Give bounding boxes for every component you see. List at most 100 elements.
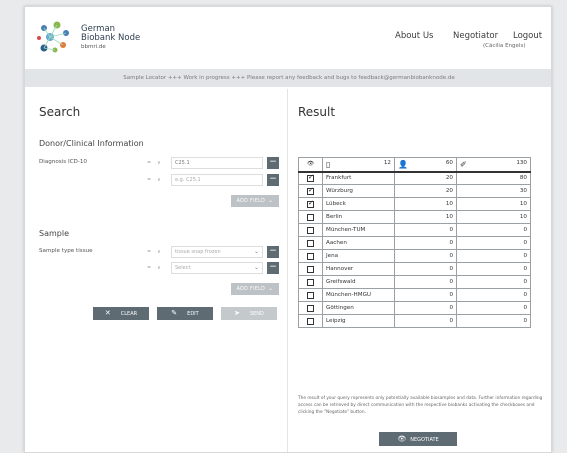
table-row: Würzburg2030 xyxy=(298,184,531,198)
remove-sample-button[interactable]: − xyxy=(267,246,279,258)
search-title: Search xyxy=(39,105,81,119)
sample-value: 0 xyxy=(456,288,531,302)
remove-diagnosis-button[interactable]: − xyxy=(267,157,279,169)
sample-value: 10 xyxy=(456,197,531,211)
row-checkbox[interactable] xyxy=(307,317,314,325)
chevron-down-icon: ∨ xyxy=(157,265,161,271)
edit-button[interactable]: ✎ EDIT xyxy=(157,307,213,320)
row-checkbox[interactable] xyxy=(307,199,314,208)
nav-about-us[interactable]: About Us xyxy=(395,31,433,41)
biobank-name: München-TUM xyxy=(322,223,395,237)
diagnosis-input-2[interactable]: e.g. C25.1 xyxy=(171,174,263,186)
person-icon: 👤 xyxy=(398,159,408,169)
remove-sample-button-2[interactable]: − xyxy=(267,262,279,274)
negotiate-button[interactable]: 👁 NEGOTIATE xyxy=(379,432,457,446)
sample-type-select-2[interactable]: Select ⌄ xyxy=(171,262,263,274)
diagnosis-operator-select[interactable]: = ∨ xyxy=(145,157,167,169)
chevron-down-icon: ∨ xyxy=(157,249,161,255)
row-checkbox[interactable] xyxy=(307,252,314,260)
sample-type-value: tissue snap frozen xyxy=(175,249,221,255)
row-checkbox[interactable] xyxy=(307,186,314,195)
sample-type-placeholder: Select xyxy=(175,265,191,271)
sample-value: 80 xyxy=(456,171,531,185)
donor-value: 0 xyxy=(394,249,457,263)
table-row: Berlin 10 10 xyxy=(298,210,531,224)
chevron-down-icon: ⌄ xyxy=(253,264,259,271)
edit-icon: ✎ xyxy=(171,309,178,317)
donor-value: 0 xyxy=(394,314,457,328)
row-checkbox[interactable] xyxy=(307,291,314,299)
sample-type-select[interactable]: tissue snap frozen ⌄ xyxy=(171,246,263,258)
biobank-name: Aachen xyxy=(322,236,395,250)
send-icon: ➤ xyxy=(234,309,240,317)
row-checkbox[interactable] xyxy=(307,239,314,247)
sample-value: 0 xyxy=(456,262,531,276)
send-label: SEND xyxy=(249,311,264,317)
table-row: Göttingen 0 0 xyxy=(298,301,531,315)
app-window: German Biobank Node bbmri.de About Us Ne… xyxy=(24,6,552,453)
add-field-button-donor[interactable]: ADD FIELD ⌄ xyxy=(231,195,279,207)
result-rows: Frankfurt2080 Würzburg2030 Lübeck1010 Be… xyxy=(298,171,531,328)
biobank-name: München-HMGU xyxy=(322,288,395,302)
eye-icon: 👁 xyxy=(397,435,407,443)
header-samples-cell: ✐ 130 xyxy=(456,157,531,173)
add-field-label: ADD FIELD xyxy=(236,199,266,204)
gbn-logo-icon xyxy=(37,21,69,53)
clear-button[interactable]: ✕ CLEAR xyxy=(93,307,149,320)
sample-operator-select-2[interactable]: = ∨ xyxy=(145,262,167,274)
biobank-name: Leipzig xyxy=(322,314,395,328)
biobank-icon: ▯ xyxy=(326,159,331,169)
table-row: Jena 0 0 xyxy=(298,249,531,263)
minus-icon: − xyxy=(269,174,277,184)
operator-value: = xyxy=(147,265,152,271)
sample-value: 30 xyxy=(456,184,531,198)
row-checkbox[interactable] xyxy=(307,278,314,286)
nav-logout[interactable]: Logout xyxy=(513,31,542,41)
pipette-icon: ✐ xyxy=(460,159,467,169)
row-checkbox[interactable] xyxy=(307,304,314,312)
nav-negotiator[interactable]: Negotiator xyxy=(453,31,498,41)
biobank-name: Göttingen xyxy=(322,301,395,315)
clear-label: CLEAR xyxy=(120,311,138,317)
header-donors-cell: 👤 60 xyxy=(394,157,457,173)
sample-operator-select[interactable]: = ∨ xyxy=(145,246,167,258)
table-row: Frankfurt2080 xyxy=(298,171,531,185)
donor-value: 0 xyxy=(394,275,457,289)
row-checkbox[interactable] xyxy=(307,173,314,182)
sample-type-label: Sample type tissue xyxy=(39,248,93,254)
donor-value: 0 xyxy=(394,262,457,276)
diagnosis-input[interactable]: C25.1 xyxy=(171,157,263,169)
column-divider xyxy=(287,89,288,452)
sample-value: 0 xyxy=(456,275,531,289)
sample-count: 130 xyxy=(516,159,527,166)
biobank-name: Jena xyxy=(322,249,395,263)
table-row: Hannover 0 0 xyxy=(298,262,531,276)
user-name: (Cäcilia Engels) xyxy=(483,43,526,49)
donor-value: 20 xyxy=(394,171,457,185)
minus-icon: − xyxy=(269,246,277,256)
close-icon: ✕ xyxy=(104,309,111,317)
table-header-row: 👁 ▯ 12 👤 60 ✐ 130 xyxy=(298,157,531,173)
diagnosis-operator-select-2[interactable]: = ∨ xyxy=(145,174,167,186)
add-field-button-sample[interactable]: ADD FIELD ⌄ xyxy=(231,283,279,295)
table-row: Aachen 0 0 xyxy=(298,236,531,250)
brand-name: German Biobank Node bbmri.de xyxy=(81,25,140,52)
biobank-name: Greifswald xyxy=(322,275,395,289)
biobank-name: Würzburg xyxy=(322,184,395,198)
brand-line-2: Biobank Node xyxy=(81,33,141,43)
table-row: Lübeck1010 xyxy=(298,197,531,211)
send-button[interactable]: ➤ SEND xyxy=(221,307,277,320)
row-checkbox[interactable] xyxy=(307,213,314,221)
sample-value: 0 xyxy=(456,301,531,315)
biobank-name: Frankfurt xyxy=(322,171,395,185)
donor-section-title: Donor/Clinical Information xyxy=(39,139,144,148)
minus-icon: − xyxy=(269,262,277,272)
sample-value: 0 xyxy=(456,223,531,237)
operator-value: = xyxy=(147,160,152,166)
remove-diagnosis-button-2[interactable]: − xyxy=(267,174,279,186)
result-table: 👁 ▯ 12 👤 60 ✐ 130 Frankfurt2080 Würzburg203… xyxy=(298,157,531,328)
row-checkbox[interactable] xyxy=(307,226,314,234)
header-biobanks-cell: ▯ 12 xyxy=(322,157,395,173)
table-row: München-TUM 0 0 xyxy=(298,223,531,237)
row-checkbox[interactable] xyxy=(307,265,314,273)
